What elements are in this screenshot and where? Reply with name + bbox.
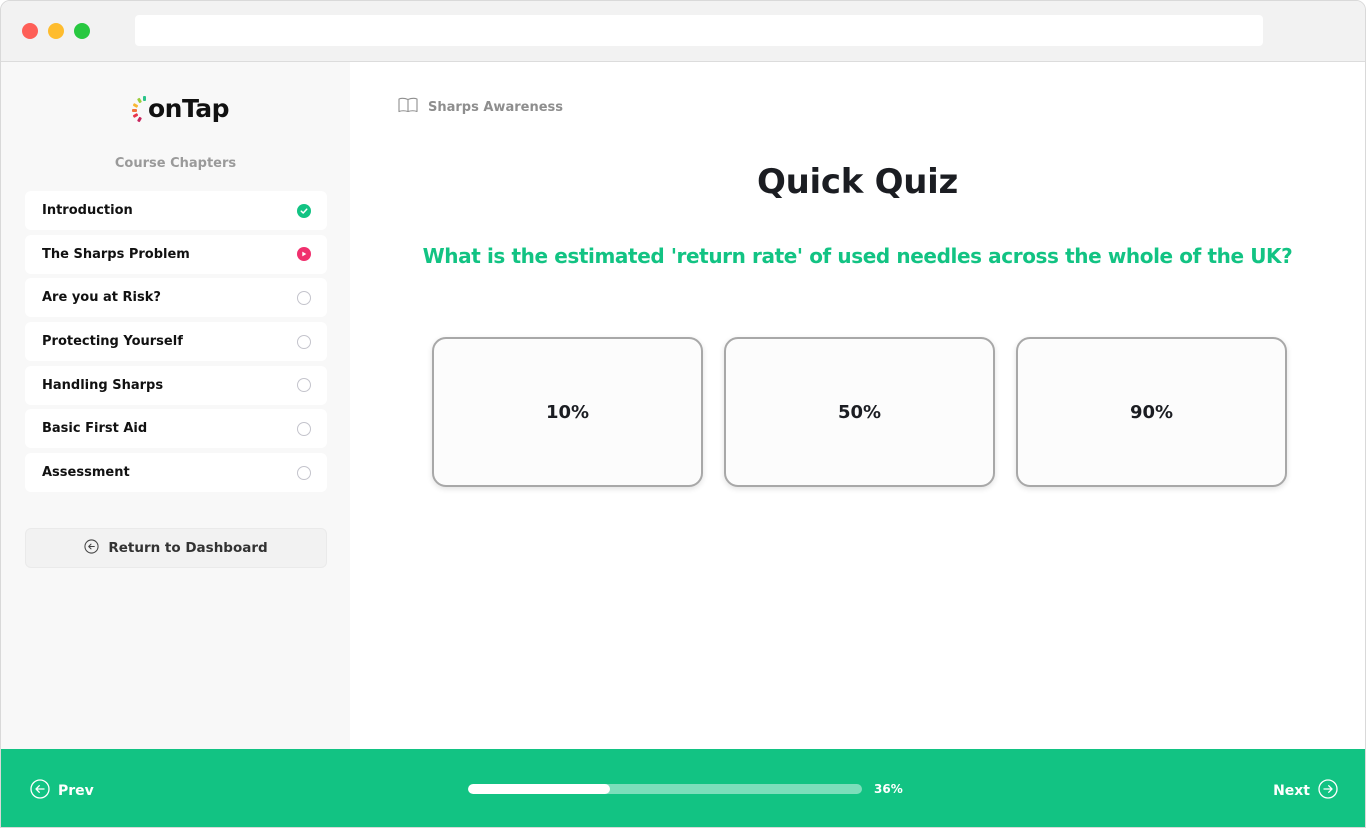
chapter-item-introduction[interactable]: Introduction — [25, 191, 327, 230]
page-title: Quick Quiz — [757, 162, 958, 202]
answer-option-3[interactable]: 90% — [1016, 337, 1287, 487]
chapter-item-basic-first-aid[interactable]: Basic First Aid — [25, 409, 327, 449]
answer-label: 50% — [837, 401, 882, 423]
logo-text: onTap — [148, 93, 230, 123]
answer-label: 10% — [545, 401, 590, 423]
answer-label: 90% — [1129, 401, 1174, 423]
footer-navigation: Prev 36% Next — [1, 749, 1365, 827]
chapter-label: Are you at Risk? — [42, 290, 161, 306]
breadcrumb: Sharps Awareness — [398, 97, 563, 117]
browser-window: onTap Course Chapters Introduction The S… — [0, 0, 1366, 828]
ontap-logo[interactable]: onTap — [132, 90, 230, 126]
arrow-right-circle-icon — [1318, 779, 1338, 803]
check-circle-icon — [297, 203, 311, 218]
address-bar[interactable] — [135, 15, 1263, 46]
chapter-item-the-sharps-problem[interactable]: The Sharps Problem — [25, 234, 327, 274]
prev-label: Prev — [58, 783, 94, 799]
arrow-left-circle-icon — [30, 779, 50, 803]
answer-options: 10% 50% 90% — [432, 337, 1287, 487]
course-name[interactable]: Sharps Awareness — [428, 100, 563, 115]
chapter-list: Introduction The Sharps Problem Are you … — [25, 191, 327, 497]
answer-option-1[interactable]: 10% — [432, 337, 703, 487]
chapter-item-are-you-at-risk[interactable]: Are you at Risk? — [25, 278, 327, 318]
chapter-item-assessment[interactable]: Assessment — [25, 453, 327, 493]
empty-circle-icon — [297, 378, 311, 393]
chapter-label: Protecting Yourself — [42, 334, 183, 350]
close-window-button[interactable] — [22, 23, 38, 39]
return-to-dashboard-label: Return to Dashboard — [108, 540, 268, 556]
chapter-item-handling-sharps[interactable]: Handling Sharps — [25, 365, 327, 405]
chapter-label: Handling Sharps — [42, 377, 164, 393]
chapter-label: Assessment — [42, 465, 130, 481]
course-chapters-heading: Course Chapters — [114, 156, 237, 171]
return-to-dashboard-button[interactable]: Return to Dashboard — [25, 528, 327, 568]
main-content: Sharps Awareness Quick Quiz What is the … — [350, 62, 1365, 749]
logo-sunburst-icon — [132, 94, 147, 123]
chapter-label: Introduction — [42, 203, 133, 218]
quiz-question: What is the estimated 'return rate' of u… — [422, 244, 1293, 268]
progress-percent: 36% — [874, 782, 903, 796]
chapter-label: Basic First Aid — [42, 421, 148, 437]
next-button[interactable]: Next — [1273, 779, 1338, 803]
answer-option-2[interactable]: 50% — [724, 337, 995, 487]
arrow-left-circle-icon — [84, 538, 99, 558]
progress-bar-fill — [468, 784, 610, 794]
play-circle-icon — [297, 247, 311, 262]
book-icon — [398, 97, 418, 117]
minimize-window-button[interactable] — [48, 23, 64, 39]
empty-circle-icon — [297, 290, 311, 305]
prev-button[interactable]: Prev — [30, 779, 94, 803]
empty-circle-icon — [297, 334, 311, 349]
empty-circle-icon — [297, 421, 311, 436]
next-label: Next — [1273, 783, 1310, 799]
sidebar: onTap Course Chapters Introduction The S… — [1, 62, 350, 749]
browser-titlebar — [1, 1, 1365, 62]
empty-circle-icon — [297, 465, 311, 480]
chapter-label: The Sharps Problem — [42, 246, 190, 262]
progress-bar — [468, 784, 862, 794]
chapter-item-protecting-yourself[interactable]: Protecting Yourself — [25, 322, 327, 362]
maximize-window-button[interactable] — [74, 23, 90, 39]
